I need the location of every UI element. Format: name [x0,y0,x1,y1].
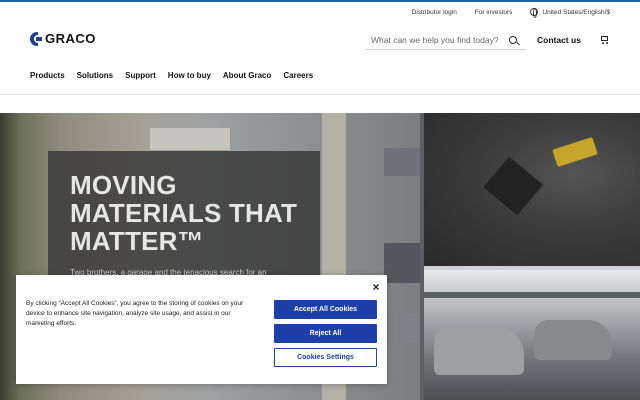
nav-item-products[interactable]: Products [30,71,65,80]
nav-item-how-to-buy[interactable]: How to buy [168,71,211,80]
utility-bar: Distributor login For investors United S… [412,6,610,18]
contact-us-link[interactable]: Contact us [537,35,581,45]
distributor-login-link[interactable]: Distributor login [412,9,457,16]
brand-name: GRACO [45,31,96,46]
globe-icon [530,8,539,18]
graco-logo-icon [30,31,42,46]
search-bar [366,30,526,50]
search-icon[interactable] [509,35,517,44]
nav-item-support[interactable]: Support [125,71,156,80]
language-selector[interactable]: United States/English/$ [530,8,610,18]
for-investors-link[interactable]: For investors [475,9,513,16]
language-label: United States/English/$ [542,8,610,16]
nav-item-about-graco[interactable]: About Graco [223,71,271,80]
nav-item-solutions[interactable]: Solutions [77,71,113,80]
mining-image-tile [424,113,640,266]
accept-all-cookies-button[interactable]: Accept All Cookies [274,300,377,319]
main-nav: Products Solutions Support How to buy Ab… [30,71,313,80]
top-accent-bar [0,0,640,2]
nav-item-careers[interactable]: Careers [283,71,313,80]
hero-title: MOVING MATERIALS THAT MATTER™ [70,170,298,256]
cart-icon[interactable] [599,35,609,44]
cookie-consent-text: By clicking “Accept All Cookies”, you ag… [26,300,244,327]
nav-divider [0,94,640,95]
search-input[interactable] [366,34,506,45]
cookies-settings-button[interactable]: Cookies Settings [274,348,377,367]
close-icon[interactable]: × [370,281,382,293]
cookie-consent-banner: × By clicking “Accept All Cookies”, you … [16,275,387,384]
reject-all-button[interactable]: Reject All [274,324,377,343]
factory-image-tile [424,270,640,400]
graco-logo[interactable]: GRACO [30,31,96,46]
